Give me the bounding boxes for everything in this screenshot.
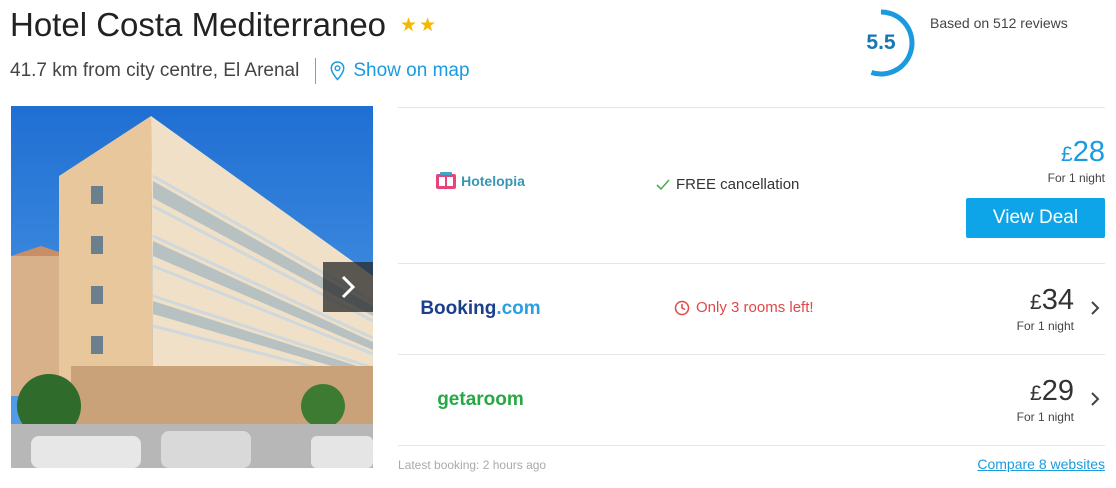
price-amount: 34 [1041,284,1074,316]
latest-booking-text: Latest booking: 2 hours ago [398,458,547,472]
feature-label: Only 3 rooms left! [696,299,814,316]
booking-wordmark: Booking [420,298,497,319]
feature-label: FREE cancellation [676,176,800,193]
price-block: £28 For 1 night [1047,138,1105,186]
price-amount: 28 [1072,136,1105,168]
deals-list: Hotelopia FREE cancellation £28 For 1 ni… [398,107,1105,475]
chevron-right-icon[interactable] [1090,300,1100,316]
show-on-map-link[interactable]: Show on map [330,60,470,82]
getaroom-logo: getaroom [398,389,563,411]
hotel-photo[interactable] [11,106,373,468]
clock-icon [674,300,690,315]
chevron-right-icon [341,275,356,299]
price-block: £34 For 1 night [1016,286,1074,334]
currency-symbol: £ [1030,291,1042,314]
compare-websites-link[interactable]: Compare 8 websites [977,456,1105,472]
hotel-name: Hotel Costa Mediterraneo [10,6,387,43]
price: £29 [1017,377,1074,406]
chevron-right-icon[interactable] [1090,391,1100,407]
price-period: For 1 night [1016,410,1074,424]
hotelopia-icon [436,172,457,189]
price: £28 [1048,138,1105,167]
deal-row-hotelopia[interactable]: Hotelopia FREE cancellation £28 For 1 ni… [398,107,1105,263]
price-block: £29 For 1 night [1016,377,1074,425]
star-rating: ★ ★ [400,14,436,37]
view-deal-button[interactable]: View Deal [966,198,1105,238]
map-pin-icon [330,61,345,81]
distance-text: 41.7 km from city centre, El Arenal [10,60,300,81]
hotelopia-logo: Hotelopia [398,172,563,189]
divider [315,58,317,84]
currency-symbol: £ [1030,382,1042,405]
deal-row-booking[interactable]: Booking .com Only 3 rooms left! £34 For 1… [398,263,1105,354]
rooms-left-alert: Only 3 rooms left! [674,299,814,316]
deal-row-getaroom[interactable]: getaroom £29 For 1 night [398,354,1105,445]
rating-score: 5.5 [866,31,896,54]
deals-footer: Latest booking: 2 hours ago Compare 8 we… [398,445,1105,475]
booking-logo: Booking .com [398,298,563,320]
currency-symbol: £ [1061,143,1073,166]
provider-name: Hotelopia [461,172,525,189]
rating-badge: 5.5 [858,8,916,78]
next-photo-button[interactable] [323,262,373,312]
show-on-map-label: Show on map [353,60,470,81]
free-cancellation: FREE cancellation [656,176,799,193]
price-amount: 29 [1041,375,1074,407]
star-icon: ★ [419,14,437,36]
star-icon: ★ [400,14,418,36]
hotel-header: Hotel Costa Mediterraneo ★ ★ [10,6,436,44]
booking-domain: .com [496,298,541,319]
checkmark-icon [656,178,670,190]
price-period: For 1 night [1016,319,1074,333]
hotel-building-image [11,106,373,468]
price: £34 [1017,286,1074,315]
provider-name: getaroom [437,389,524,410]
location-line: 41.7 km from city centre, El Arenal Show… [10,58,470,84]
price-period: For 1 night [1047,171,1105,185]
reviews-count: Based on 512 reviews [930,15,1068,31]
